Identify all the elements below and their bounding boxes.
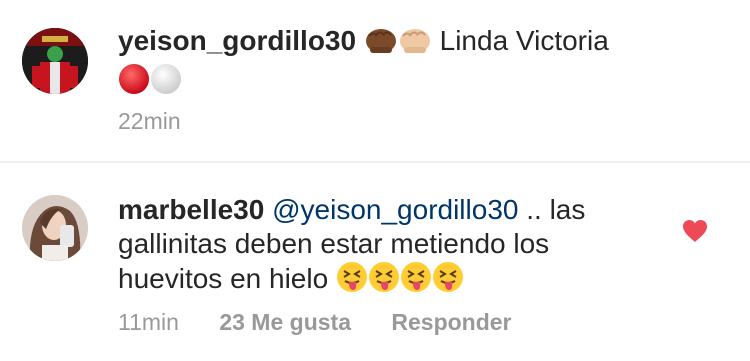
avatar[interactable] — [22, 195, 88, 261]
divider — [0, 161, 750, 163]
comment-meta: 22min — [118, 108, 215, 135]
reply-button[interactable]: Responder — [391, 309, 511, 335]
white-circle-icon — [150, 63, 182, 103]
squinting-tongue-face-icon — [336, 261, 368, 301]
username[interactable]: marbelle30 — [118, 194, 264, 225]
comment-text: Linda Victoria — [439, 25, 609, 56]
red-circle-icon — [118, 63, 150, 103]
comment-yeison: yeison_gordillo30 Linda Victoria 22min — [0, 0, 750, 162]
likes-count[interactable]: 23 Me gusta — [219, 309, 351, 335]
timestamp: 11min — [118, 309, 179, 335]
username[interactable]: yeison_gordillo30 — [118, 25, 356, 56]
comment-meta: 11min 23 Me gusta Responder — [118, 309, 546, 336]
fist-icon — [398, 25, 432, 63]
mention-link[interactable]: @yeison_gordillo30 — [272, 194, 518, 225]
squinting-tongue-face-icon — [368, 261, 400, 301]
avatar[interactable] — [22, 28, 88, 94]
squinting-tongue-face-icon — [400, 261, 432, 301]
timestamp: 22min — [118, 108, 181, 134]
heart-icon[interactable] — [682, 219, 708, 243]
fist-icon — [364, 25, 398, 63]
squinting-tongue-face-icon — [432, 261, 464, 301]
